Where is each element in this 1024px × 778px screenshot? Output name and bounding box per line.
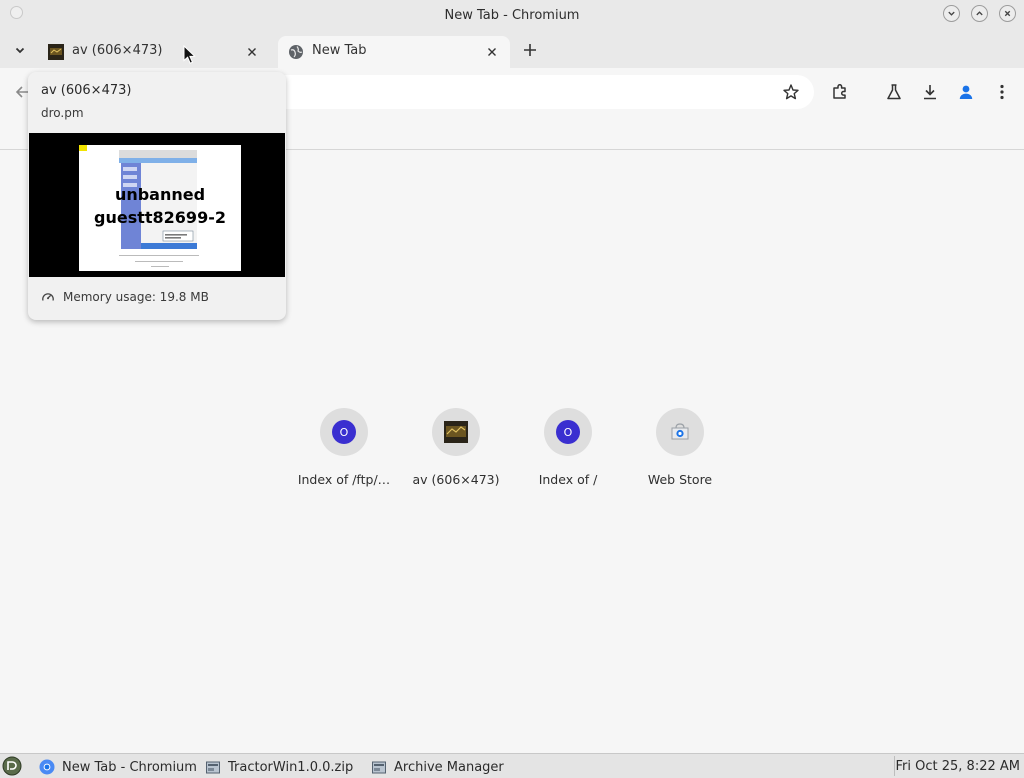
taskbar: New Tab - Chromium TractorWin1.0.0.zip A…	[0, 753, 1024, 778]
taskbar-item-zip[interactable]: TractorWin1.0.0.zip	[204, 757, 353, 777]
shortcut-icon-circle: O	[544, 408, 592, 456]
new-tab-button[interactable]	[520, 40, 540, 60]
taskbar-item-label: Archive Manager	[394, 759, 504, 775]
shortcut-label: Web Store	[647, 472, 713, 487]
chevron-down-icon	[948, 11, 955, 16]
tab-hover-card: av (606×473) dro.pm unbanned guestt82699…	[28, 72, 286, 320]
tab-preview-thumbnail: unbanned guestt82699-2	[29, 133, 285, 277]
tab-new-tab[interactable]: New Tab	[278, 36, 510, 68]
hover-card-domain: dro.pm	[41, 106, 84, 120]
chevron-up-icon	[976, 11, 983, 16]
hover-card-title: av (606×473)	[41, 83, 132, 98]
plus-icon	[524, 44, 536, 56]
close-tab-button[interactable]	[484, 44, 500, 60]
close-icon	[1004, 10, 1011, 17]
star-icon	[783, 84, 799, 100]
preview-text-line2: guestt82699-2	[94, 208, 226, 227]
image-thumbnail-icon	[48, 44, 64, 60]
taskbar-item-label: TractorWin1.0.0.zip	[228, 759, 354, 775]
globe-icon	[288, 44, 304, 60]
shortcut-label: Index of /ftp/…	[297, 472, 391, 487]
tab-av-image[interactable]: av (606×473)	[38, 36, 270, 68]
shortcut-icon-circle: O	[320, 408, 368, 456]
shortcut-label: av (606×473)	[412, 472, 500, 487]
labs-button[interactable]	[883, 81, 905, 103]
window-titlebar: New Tab - Chromium	[0, 0, 1024, 32]
chromium-icon	[38, 758, 56, 776]
shortcut-icon-circle	[656, 408, 704, 456]
image-thumbnail-icon	[444, 421, 468, 443]
kebab-menu-icon	[1000, 84, 1004, 100]
start-menu-button[interactable]	[2, 756, 22, 776]
mouse-cursor-icon	[183, 45, 196, 64]
taskbar-item-chromium[interactable]: New Tab - Chromium	[38, 757, 197, 777]
profile-button[interactable]	[955, 81, 977, 103]
downloads-button[interactable]	[919, 81, 941, 103]
tab-search-button[interactable]	[10, 40, 30, 60]
minimize-button[interactable]	[943, 5, 960, 22]
taskbar-item-label: New Tab - Chromium	[62, 759, 197, 775]
flask-icon	[887, 84, 901, 100]
close-window-button[interactable]	[999, 5, 1016, 22]
extensions-button[interactable]	[829, 81, 851, 103]
tab-strip: av (606×473) New Tab	[0, 32, 1024, 68]
preview-page-image: unbanned guestt82699-2	[79, 145, 241, 271]
bookmark-star-button[interactable]	[782, 83, 800, 101]
menu-button[interactable]	[991, 81, 1013, 103]
chevron-down-icon	[15, 47, 25, 54]
window-title: New Tab - Chromium	[444, 8, 580, 23]
shortcut-tile[interactable]: Web Store	[630, 408, 730, 487]
web-store-icon	[671, 423, 689, 440]
opera-o-icon: O	[332, 420, 356, 444]
taskbar-clock[interactable]: Fri Oct 25, 8:22 AM	[896, 759, 1020, 774]
shortcut-icon-circle	[432, 408, 480, 456]
shortcut-tile[interactable]: O Index of /ftp/…	[294, 408, 394, 487]
shortcut-label: Index of /	[538, 472, 598, 487]
taskbar-item-archive-manager[interactable]: Archive Manager	[370, 757, 504, 777]
speedometer-icon	[42, 293, 54, 301]
maximize-button[interactable]	[971, 5, 988, 22]
shortcut-tile[interactable]: av (606×473)	[406, 408, 506, 487]
archive-manager-icon	[370, 758, 388, 776]
close-icon	[488, 48, 496, 56]
close-icon	[248, 48, 256, 56]
shortcut-tile[interactable]: O Index of /	[518, 408, 618, 487]
opera-o-icon: O	[556, 420, 580, 444]
close-tab-button[interactable]	[244, 44, 260, 60]
app-menu-icon	[2, 756, 22, 776]
download-icon	[924, 85, 936, 100]
profile-avatar-icon	[959, 85, 973, 99]
hover-card-memory: Memory usage: 19.8 MB	[41, 290, 209, 304]
puzzle-icon	[833, 83, 846, 99]
archive-file-icon	[204, 758, 222, 776]
preview-text-line1: unbanned	[114, 185, 206, 204]
memory-usage-text: Memory usage: 19.8 MB	[63, 290, 209, 304]
tab-label: New Tab	[312, 43, 367, 58]
tab-label: av (606×473)	[72, 43, 163, 58]
